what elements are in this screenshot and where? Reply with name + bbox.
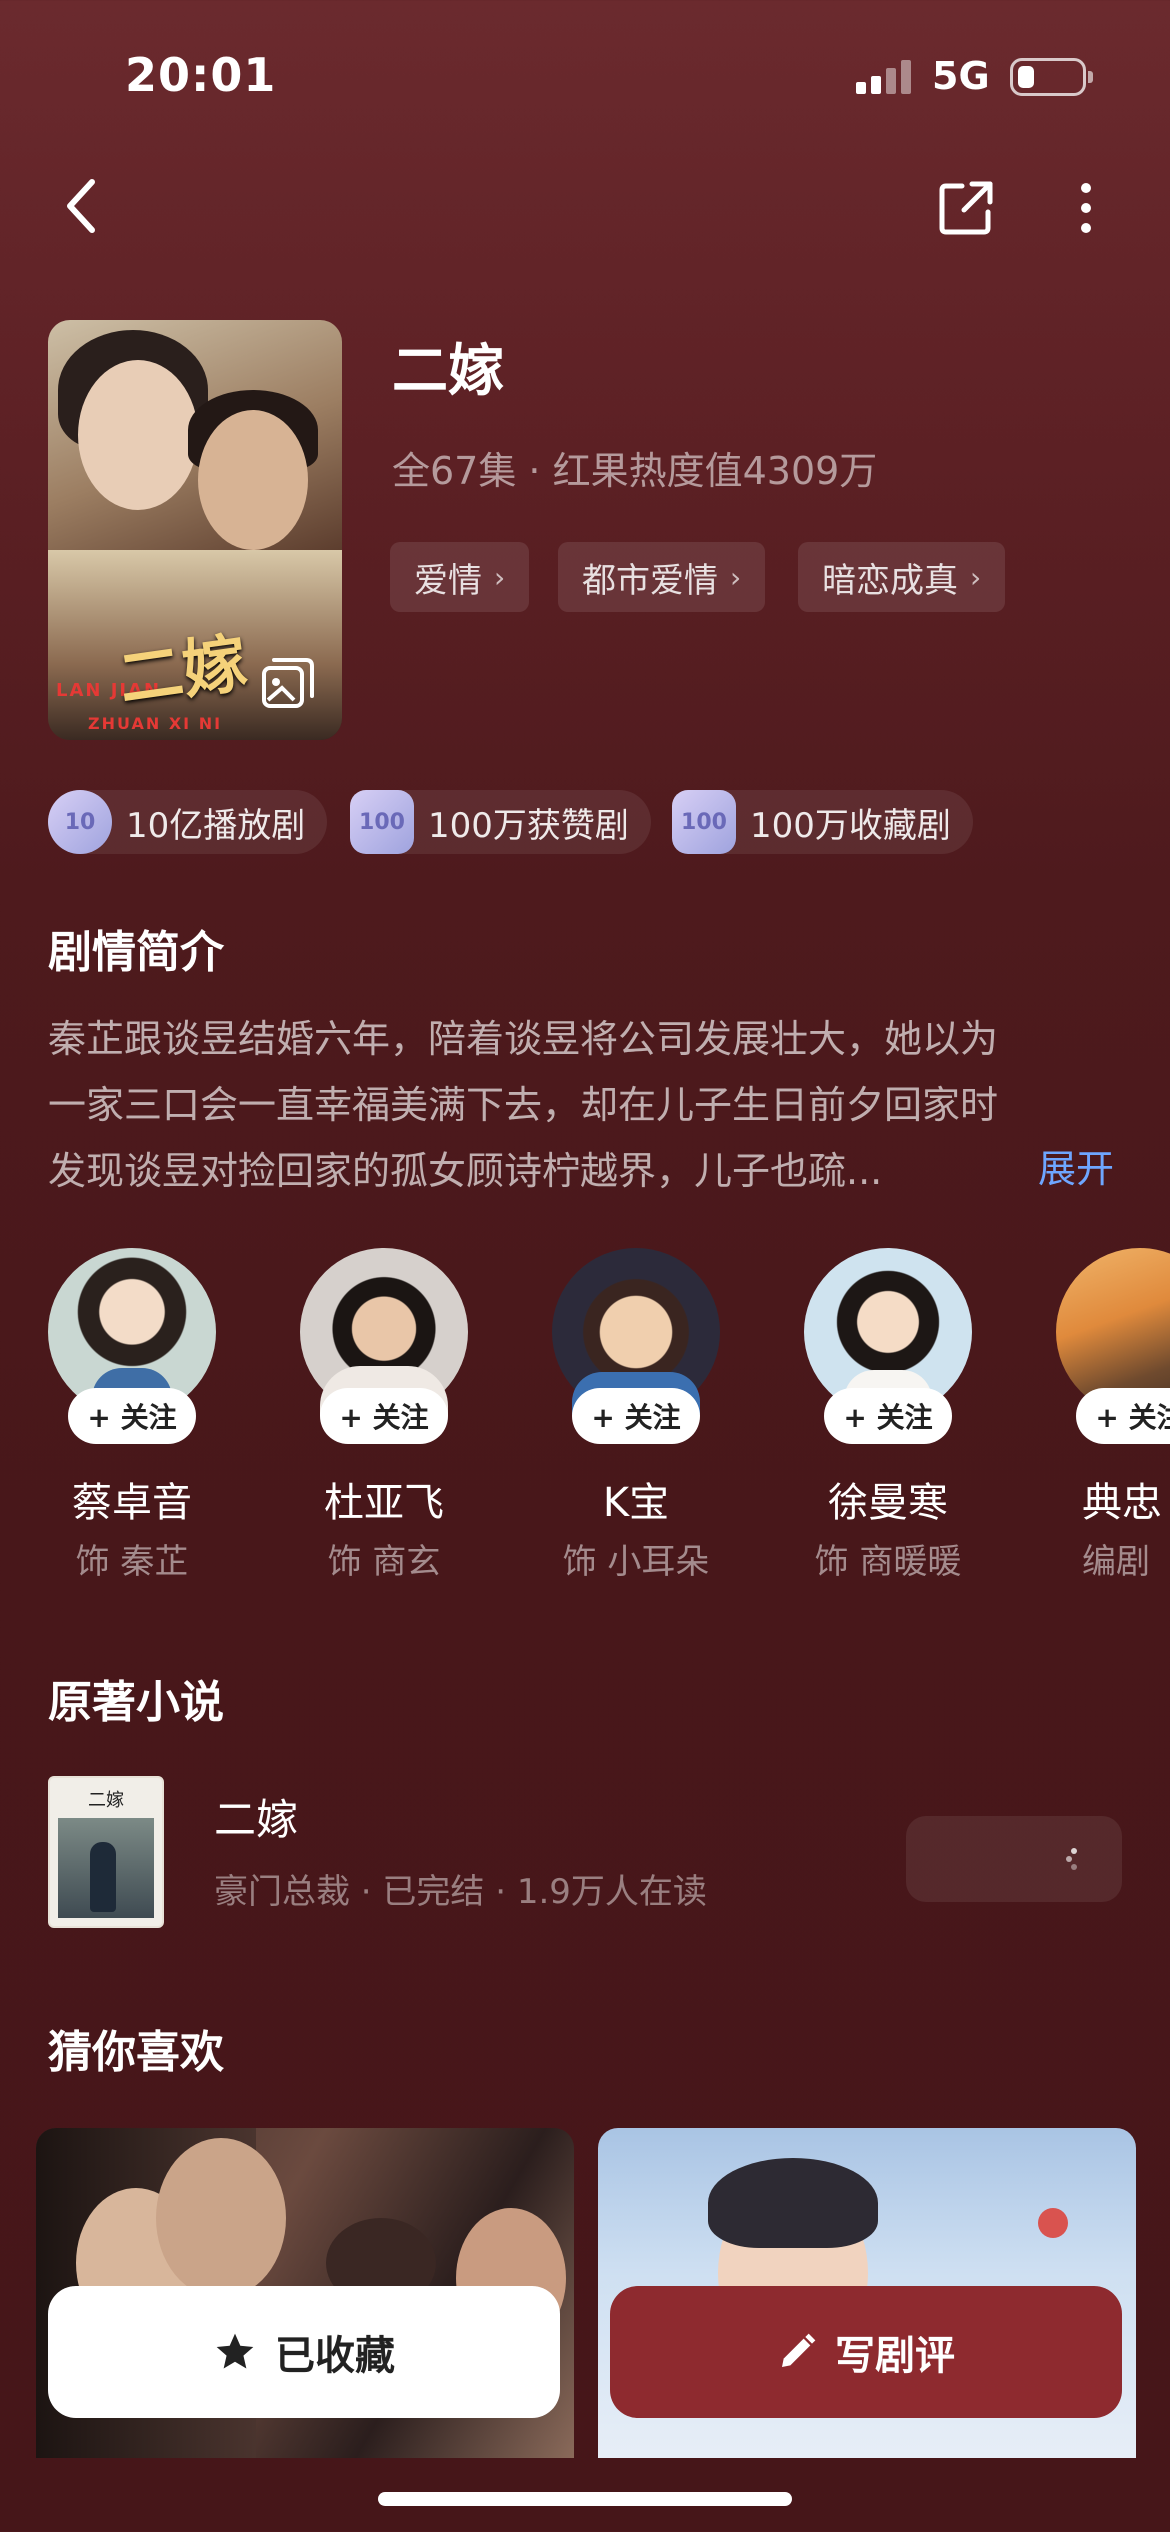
badge-100-icon: 100 <box>350 790 414 854</box>
status-time: 20:01 <box>125 48 277 102</box>
show-poster[interactable]: LAN JIAN 二嫁 ZHUAN XI NI <box>48 320 342 740</box>
back-arrow-icon <box>67 179 95 233</box>
read-novel-button[interactable] <box>906 1816 1122 1902</box>
novel-meta: 豪门总裁 · 已完结 · 1.9万人在读 <box>214 1872 707 1912</box>
synopsis-text: 秦芷跟谈昱结婚六年，陪着谈昱将公司发展壮大，她以为 一家三口会一直幸福美满下去，… <box>48 1006 1128 1204</box>
badge-favorites: 100 100万收藏剧 <box>672 790 973 854</box>
chevron-right-icon: › <box>970 560 982 594</box>
poster-title: 二嫁 <box>114 625 252 718</box>
show-meta: 全67集 · 红果热度值4309万 <box>392 449 878 493</box>
cast-role: 饰 小耳朵 <box>562 1542 710 1582</box>
chevron-right-icon: › <box>494 560 506 594</box>
novel-cover[interactable]: 二嫁 <box>48 1776 164 1928</box>
follow-button[interactable]: + 关注 <box>320 1388 448 1444</box>
more-icon <box>1081 183 1091 233</box>
back-button[interactable] <box>52 176 112 236</box>
novel-title[interactable]: 二嫁 <box>214 1786 298 1847</box>
gallery-icon <box>262 658 314 708</box>
signal-icon <box>856 60 914 94</box>
expand-link[interactable]: 展开 <box>1038 1138 1114 1193</box>
cast-member[interactable]: + 关注 蔡卓音 饰 秦芷 <box>48 1248 216 1582</box>
tag-secret-love[interactable]: 暗恋成真 › <box>798 542 1006 612</box>
synopsis-line: 发现谈昱对捡回家的孤女顾诗柠越界，儿子也疏... <box>48 1149 883 1193</box>
novel-heading: 原著小说 <box>48 1677 224 1728</box>
cast-name: 徐曼寒 <box>828 1480 948 1526</box>
cast-role: 饰 商暖暖 <box>814 1542 962 1582</box>
cast-name: 蔡卓音 <box>72 1480 192 1526</box>
home-indicator[interactable] <box>378 2492 792 2506</box>
tag-label: 都市爱情 <box>582 560 718 601</box>
follow-button[interactable]: + 关注 <box>572 1388 700 1444</box>
badge-label: 10亿播放剧 <box>126 805 306 846</box>
cast-member[interactable]: + 关注 典忠 编剧 <box>1056 1248 1170 1582</box>
cast-role: 饰 商玄 <box>327 1542 441 1582</box>
synopsis-line: 秦芷跟谈昱结婚六年，陪着谈昱将公司发展壮大，她以为 <box>48 1017 999 1061</box>
battery-icon <box>1010 58 1093 96</box>
cast-role: 编剧 <box>1082 1542 1150 1582</box>
badge-label: 100万获赞剧 <box>428 805 629 846</box>
synopsis-heading: 剧情简介 <box>48 927 224 978</box>
write-review-button[interactable]: 写剧评 <box>610 2286 1122 2418</box>
cast-role: 饰 秦芷 <box>75 1542 189 1582</box>
more-button[interactable] <box>1066 176 1106 240</box>
cast-name: 杜亚飞 <box>324 1480 444 1526</box>
novel-cover-title: 二嫁 <box>88 1790 124 1811</box>
cast-member[interactable]: + 关注 徐曼寒 饰 商暖暖 <box>804 1248 972 1582</box>
badge-plays: 10 10亿播放剧 <box>48 790 328 854</box>
follow-button[interactable]: + 关注 <box>68 1388 196 1444</box>
badge-likes: 100 100万获赞剧 <box>350 790 651 854</box>
cast-name: 典忠 <box>1082 1480 1162 1526</box>
tag-label: 暗恋成真 <box>822 560 958 601</box>
badge-label: 100万收藏剧 <box>750 805 951 846</box>
pencil-icon <box>782 2333 816 2367</box>
follow-button[interactable]: + 关注 <box>824 1388 952 1444</box>
favorite-button[interactable]: 已收藏 <box>48 2286 560 2418</box>
cast-member[interactable]: + 关注 杜亚飞 饰 商玄 <box>300 1248 468 1582</box>
cast-member[interactable]: + 关注 K宝 饰 小耳朵 <box>552 1248 720 1582</box>
network-label: 5G <box>932 54 990 98</box>
tag-romance[interactable]: 爱情 › <box>390 542 530 612</box>
follow-button[interactable]: + 关注 <box>1076 1388 1170 1444</box>
share-button[interactable] <box>934 176 998 240</box>
show-title: 二嫁 <box>392 339 504 404</box>
tag-label: 爱情 <box>414 560 482 601</box>
badge-100-icon: 100 <box>672 790 736 854</box>
chevron-right-icon: › <box>730 560 742 594</box>
badge-10-icon: 10 <box>48 790 112 854</box>
recommend-heading: 猜你喜欢 <box>48 2027 224 2078</box>
tag-urban-romance[interactable]: 都市爱情 › <box>558 542 766 612</box>
review-label: 写剧评 <box>835 2333 955 2379</box>
star-icon <box>216 2333 254 2369</box>
favorite-label: 已收藏 <box>275 2333 395 2379</box>
synopsis-line: 一家三口会一直幸福美满下去，却在儿子生日前夕回家时 <box>48 1083 999 1127</box>
cast-name: K宝 <box>602 1480 670 1526</box>
share-icon <box>939 181 993 235</box>
loading-icon <box>1066 1848 1077 1870</box>
